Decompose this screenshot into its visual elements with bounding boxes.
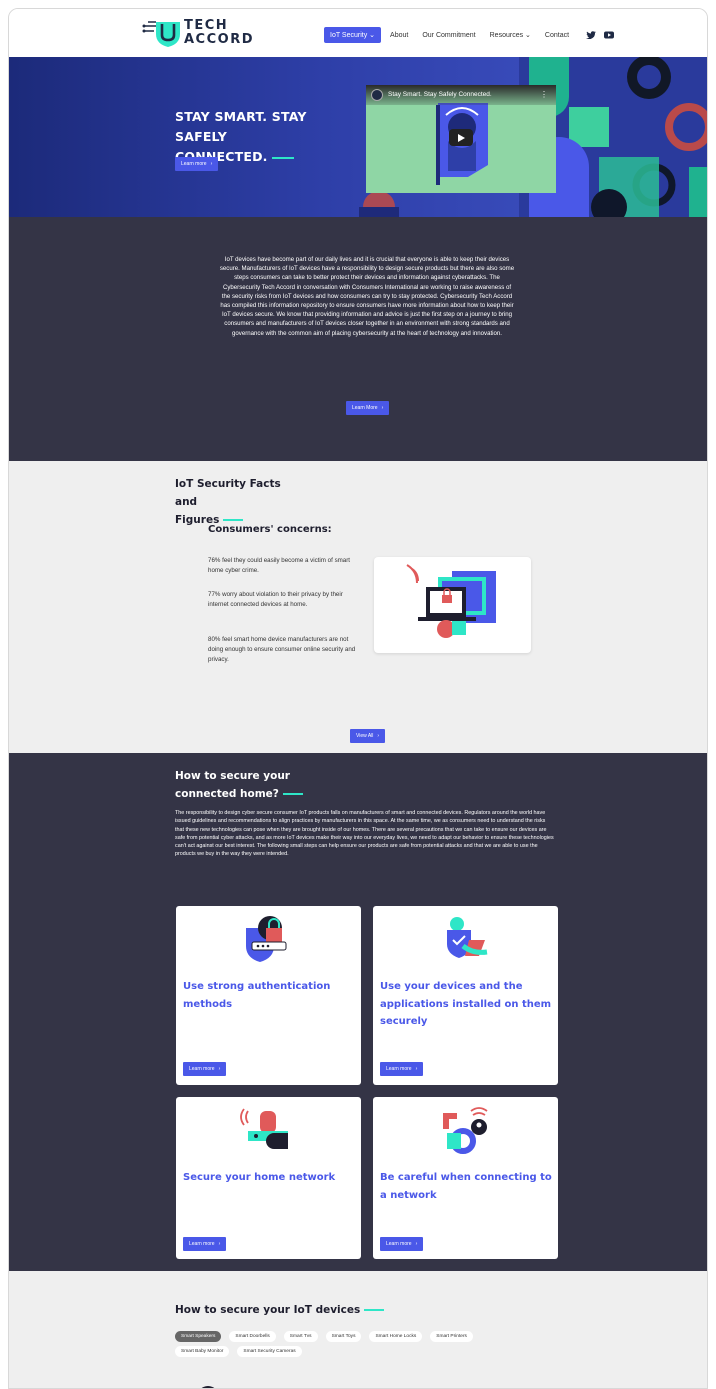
tip-card-learn-more-label: Learn more	[386, 1241, 412, 1247]
hero-learn-more-button[interactable]: Learn more ›	[175, 157, 219, 171]
social-links	[586, 26, 615, 44]
tip-card-title: Use strong authentication methods	[183, 981, 331, 1010]
tip-card-learn-more-button[interactable]: Learn more ›	[380, 1062, 424, 1076]
device-tab-smart-tvs[interactable]: Smart Tvs	[283, 1331, 318, 1342]
accent-dash	[282, 793, 303, 795]
site-header: TECH ACCORD IoT Security ⌄ About Our Com…	[9, 9, 707, 57]
iot-devices-heading-text: How to secure your IoT devices	[175, 1304, 361, 1316]
chevron-right-icon: ›	[415, 1066, 418, 1072]
device-tab-smart-home-locks[interactable]: Smart Home Locks	[369, 1331, 423, 1342]
nav-item-iot-security[interactable]: IoT Security ⌄	[324, 27, 382, 43]
stat-item: 76% feel they could easily become a vict…	[208, 557, 351, 574]
tip-card-learn-more-button[interactable]: Learn more ›	[380, 1237, 424, 1251]
video-player[interactable]: Stay Smart. Stay Safely Connected. ⋮	[366, 85, 556, 193]
device-tab-smart-printers[interactable]: Smart Printers	[430, 1331, 473, 1342]
tip-card-learn-more-label: Learn more	[189, 1241, 215, 1247]
facts-heading: IoT Security Facts and Figures	[175, 475, 305, 529]
tip-card-title: Secure your home network	[183, 1172, 336, 1183]
tip-card-network-connection[interactable]: Be careful when connecting to a network …	[373, 1097, 558, 1259]
youtube-icon[interactable]	[604, 26, 615, 44]
browser-page: TECH ACCORD IoT Security ⌄ About Our Com…	[8, 8, 708, 1389]
stat-item: 77% worry about violation to their priva…	[208, 591, 343, 608]
chevron-right-icon: ›	[210, 161, 213, 167]
channel-avatar	[371, 89, 383, 101]
hero-heading-line-1: STAY SMART. STAY SAFELY	[175, 109, 307, 144]
secure-home-section: How to secure your connected home? The r…	[9, 753, 707, 1271]
main-nav: IoT Security ⌄ About Our Commitment Reso…	[324, 26, 615, 44]
secure-home-heading-line-2: connected home?	[175, 788, 279, 800]
tip-card-home-network[interactable]: Secure your home network Learn more ›	[176, 1097, 361, 1259]
hero-learn-more-label: Learn more	[181, 161, 207, 167]
facts-section: IoT Security Facts and Figures Consumers…	[9, 461, 707, 753]
shield-logo-icon	[142, 18, 182, 48]
more-options-icon[interactable]: ⋮	[540, 90, 548, 99]
view-all-label: View All	[356, 733, 374, 739]
nav-item-about[interactable]: About	[385, 29, 413, 42]
device-filter-tabs: Smart Speakers Smart Doorbells Smart Tvs…	[175, 1331, 535, 1357]
nav-item-resources[interactable]: Resources ⌄	[485, 28, 536, 42]
intro-learn-more-label: Learn More	[352, 405, 378, 411]
tip-card-title: Use your devices and the applications in…	[380, 981, 552, 1027]
device-tab-smart-doorbells[interactable]: Smart Doorbells	[229, 1331, 276, 1342]
device-tab-smart-security-cameras[interactable]: Smart Security Cameras	[237, 1346, 302, 1357]
location-wifi-illustration	[443, 1107, 488, 1154]
hero-pattern	[359, 57, 707, 217]
iot-devices-section: How to secure your IoT devices Smart Spe…	[9, 1271, 707, 1388]
hero-banner: STAY SMART. STAY SAFELY CONNECTED. Learn…	[9, 57, 707, 217]
accent-dash	[364, 1309, 385, 1311]
nav-item-contact[interactable]: Contact	[540, 29, 574, 42]
logo-line-2: ACCORD	[184, 32, 254, 47]
intro-learn-more-button[interactable]: Learn More ›	[346, 401, 390, 415]
chevron-right-icon: ›	[381, 405, 384, 411]
password-lock-illustration	[246, 916, 287, 962]
shield-device-illustration	[447, 917, 488, 958]
tip-card-learn-more-button[interactable]: Learn more ›	[183, 1062, 227, 1076]
play-icon[interactable]	[449, 129, 473, 146]
secure-home-heading: How to secure your connected home?	[175, 767, 305, 803]
logo-wordmark: TECH ACCORD	[184, 19, 254, 47]
device-tab-smart-baby-monitor[interactable]: Smart Baby Monitor	[175, 1346, 230, 1357]
logo-line-1: TECH	[184, 18, 229, 33]
chevron-right-icon: ›	[218, 1066, 221, 1072]
tip-card-learn-more-button[interactable]: Learn more ›	[183, 1237, 227, 1251]
device-tab-smart-toys[interactable]: Smart Toys	[325, 1331, 362, 1342]
video-title: Stay Smart. Stay Safely Connected.	[388, 91, 492, 98]
secure-home-paragraph: The responsibility to design cyber secur…	[175, 810, 554, 858]
facts-heading-line-1: IoT Security Facts and	[175, 478, 281, 508]
intro-section: IoT devices have become part of our dail…	[9, 217, 707, 461]
tip-card-use-devices-securely[interactable]: Use your devices and the applications in…	[373, 906, 558, 1085]
tip-card-learn-more-label: Learn more	[386, 1066, 412, 1072]
accent-dash	[271, 156, 294, 159]
view-all-button[interactable]: View All ›	[350, 729, 386, 743]
secure-home-heading-line-1: How to secure your	[175, 770, 290, 782]
tip-card-title: Be careful when connecting to a network	[380, 1172, 552, 1201]
chevron-right-icon: ›	[218, 1241, 221, 1247]
iot-devices-heading: How to secure your IoT devices	[175, 1301, 385, 1319]
facts-illustration-card	[374, 557, 531, 653]
twitter-icon[interactable]	[586, 26, 597, 44]
tip-card-authentication[interactable]: Use strong authentication methods Learn …	[176, 906, 361, 1085]
chevron-right-icon: ›	[377, 733, 380, 739]
intro-paragraph: IoT devices have become part of our dail…	[219, 256, 515, 337]
site-logo[interactable]: TECH ACCORD	[142, 15, 254, 51]
chevron-right-icon: ›	[415, 1241, 418, 1247]
router-illustration	[240, 1108, 288, 1149]
nav-item-our-commitment[interactable]: Our Commitment	[417, 29, 480, 42]
stat-item: 80% feel smart home device manufacturers…	[208, 636, 356, 663]
tip-card-learn-more-label: Learn more	[189, 1066, 215, 1072]
device-tab-smart-speakers[interactable]: Smart Speakers	[175, 1331, 222, 1342]
laptop-lock-illustration	[406, 564, 496, 638]
accent-dash	[223, 519, 244, 521]
concerns-heading: Consumers' concerns:	[208, 524, 332, 535]
